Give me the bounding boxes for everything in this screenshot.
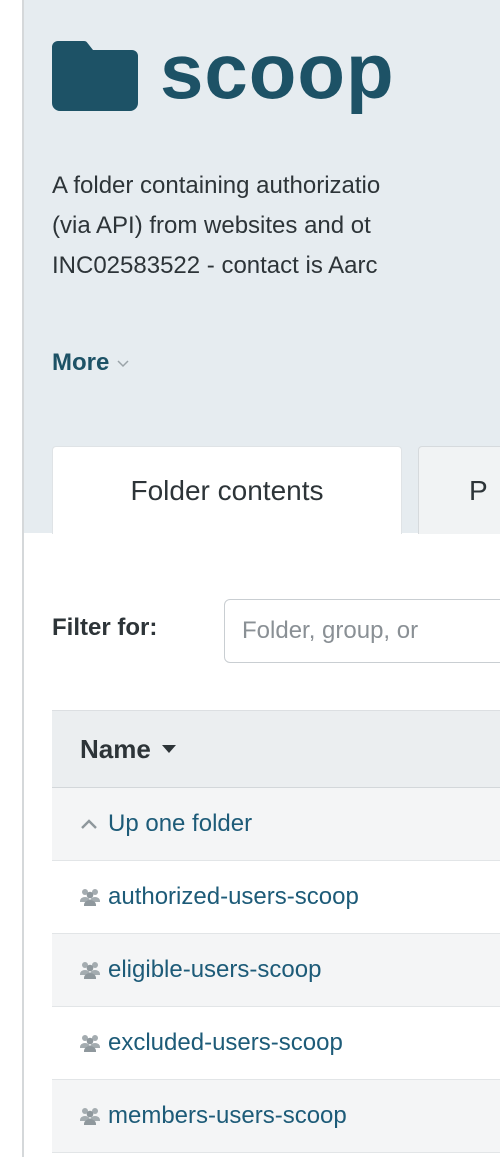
description-line: A folder containing authorizatio [52,172,381,199]
page-title: scoop [160,27,395,115]
more-label: More [52,349,110,376]
group-link[interactable]: members-users-scoop [108,1102,347,1130]
folder-description: A folder containing authorizatio (via AP… [52,166,500,286]
description-line: INC02583522 - contact is Aarc [52,252,378,279]
contents-table: Name Up one folder authorized-users-scoo… [52,710,500,1153]
group-link[interactable]: authorized-users-scoop [108,883,359,911]
page: scoop A folder containing authorizatio (… [0,0,500,1157]
table-row[interactable]: members-users-scoop [52,1080,500,1153]
description-line: (via API) from websites and ot [52,212,371,239]
group-icon [80,1035,100,1052]
group-link[interactable]: excluded-users-scoop [108,1029,343,1057]
filter-label: Filter for: [52,614,158,641]
up-one-folder-row[interactable]: Up one folder [52,788,500,861]
folder-icon [52,41,138,111]
tab-second[interactable]: P [418,446,500,534]
group-icon [80,889,100,906]
folder-title-row: scoop [52,30,395,120]
left-border [0,0,24,1157]
chevron-down-icon [117,360,129,368]
up-one-folder-link[interactable]: Up one folder [108,810,252,838]
table-row[interactable]: excluded-users-scoop [52,1007,500,1080]
tab-folder-contents[interactable]: Folder contents [52,446,402,534]
tab-label: Folder contents [130,474,324,506]
filter-input[interactable] [224,599,500,663]
group-icon [80,1108,100,1125]
chevron-up-icon [81,819,97,829]
name-column-header[interactable]: Name [52,711,500,788]
table-row[interactable]: authorized-users-scoop [52,861,500,934]
group-icon [80,962,100,979]
group-link[interactable]: eligible-users-scoop [108,956,321,984]
caret-down-icon [161,745,176,753]
table-row[interactable]: eligible-users-scoop [52,934,500,1007]
column-header-label: Name [80,733,151,764]
tab-label: P [469,474,488,506]
more-toggle[interactable]: More [52,349,129,377]
